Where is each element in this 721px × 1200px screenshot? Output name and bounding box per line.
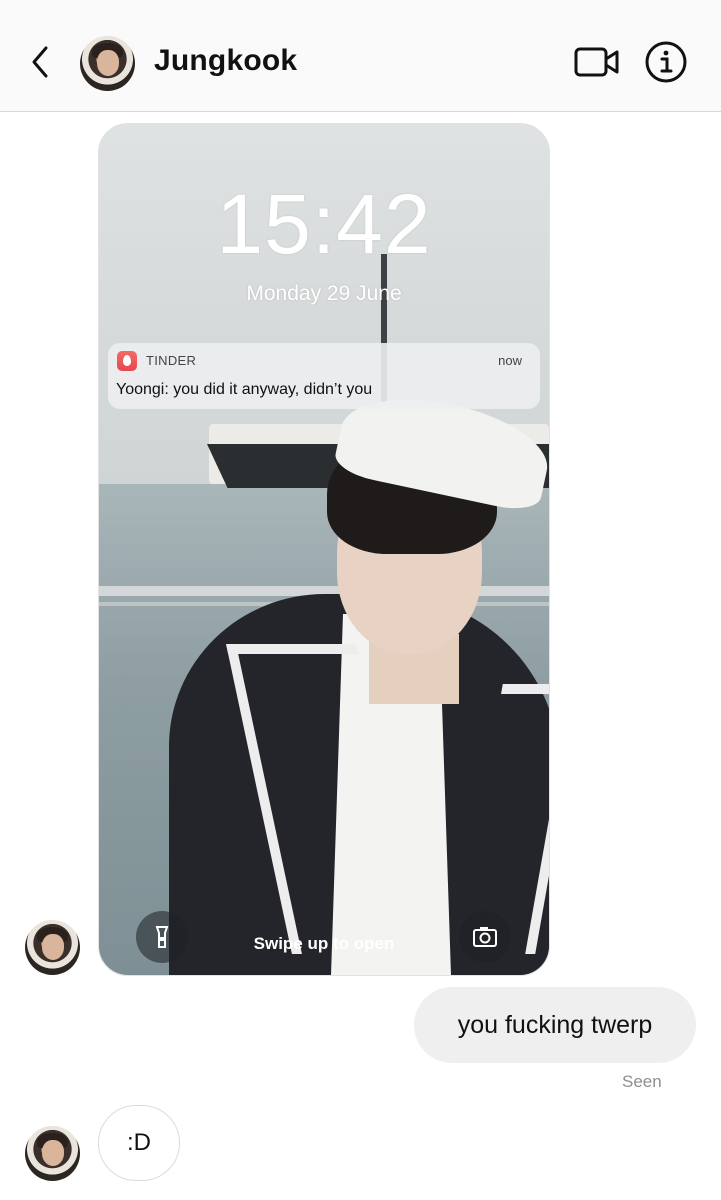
outgoing-message[interactable]: you fucking twerp xyxy=(414,987,696,1063)
notification-app-name: TINDER xyxy=(146,353,197,368)
shared-lockscreen-image[interactable]: 15:42 Monday 29 June TINDER now Yoongi: … xyxy=(98,123,550,976)
notification-body: Yoongi: you did it anyway, didn’t you xyxy=(116,381,373,398)
lockscreen-time: 15:42 xyxy=(216,177,432,271)
back-arrow-icon[interactable] xyxy=(22,40,58,84)
tinder-notification: TINDER now Yoongi: you did it anyway, di… xyxy=(108,343,540,409)
seen-status: Seen xyxy=(622,1072,662,1091)
incoming-message[interactable]: :D xyxy=(98,1105,180,1181)
chat-header: Jungkook xyxy=(0,0,721,112)
chat-title[interactable]: Jungkook xyxy=(154,44,297,78)
lockscreen-date: Monday 29 June xyxy=(246,282,402,305)
sender-avatar[interactable] xyxy=(25,920,80,975)
video-camera-icon[interactable] xyxy=(574,44,620,80)
sender-avatar[interactable] xyxy=(25,1126,80,1181)
avatar[interactable] xyxy=(80,36,135,91)
notification-time: now xyxy=(498,353,522,368)
tinder-flame-icon xyxy=(117,351,137,371)
info-icon[interactable] xyxy=(644,40,688,84)
swipe-up-text: Swipe up to open xyxy=(253,934,395,953)
